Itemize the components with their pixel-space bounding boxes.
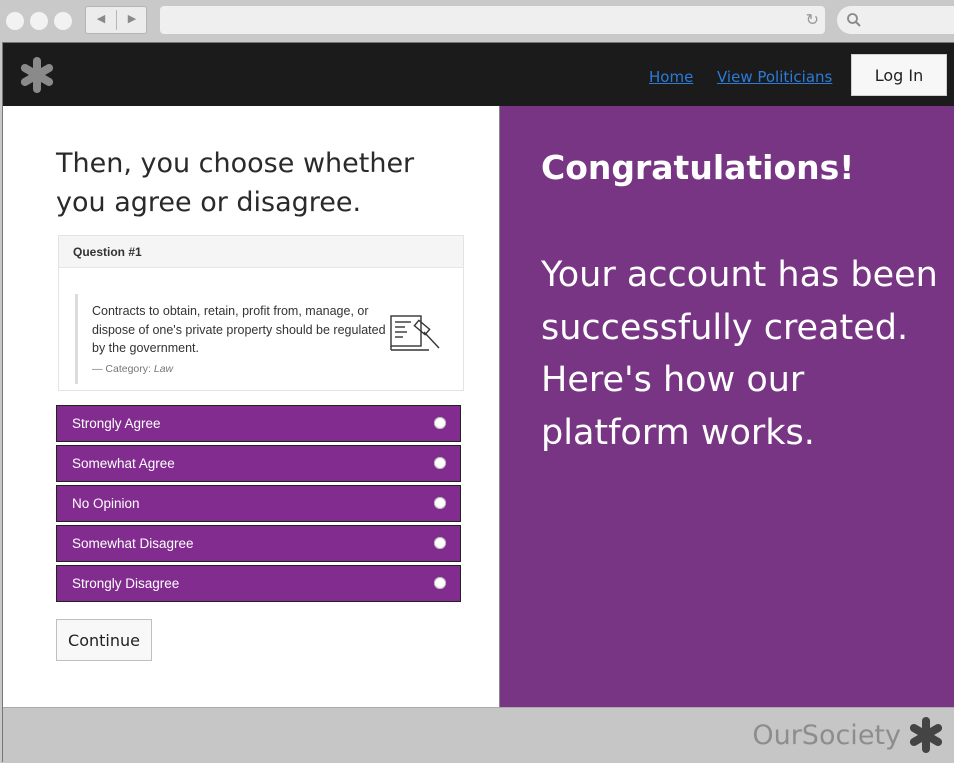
question-category: — Category: Law bbox=[92, 363, 173, 375]
option-strongly-disagree[interactable]: Strongly Disagree bbox=[56, 565, 461, 602]
radio-button[interactable] bbox=[434, 417, 446, 429]
footer-brand: OurSociety bbox=[752, 720, 901, 751]
forward-arrow-icon[interactable]: ▶ bbox=[117, 12, 147, 25]
reload-icon[interactable]: ↻ bbox=[806, 11, 819, 29]
category-name: Law bbox=[153, 363, 174, 375]
search-icon bbox=[847, 13, 861, 27]
question-text: Contracts to obtain, retain, profit from… bbox=[92, 304, 386, 355]
option-label: Strongly Disagree bbox=[72, 576, 180, 591]
nav-view-politicians-link[interactable]: View Politicians bbox=[717, 68, 832, 86]
step-title: Then, you choose whether you agree or di… bbox=[56, 148, 415, 218]
address-bar[interactable]: ↻ bbox=[160, 6, 825, 34]
login-button[interactable]: Log In bbox=[851, 54, 947, 96]
radio-button[interactable] bbox=[434, 497, 446, 509]
option-somewhat-agree[interactable]: Somewhat Agree bbox=[56, 445, 461, 482]
account-created-message: Your account has been successfully creat… bbox=[541, 255, 938, 453]
web-page: Home View Politicians Log In Then, you c… bbox=[2, 42, 954, 763]
tutorial-panel: Then, you choose whether you agree or di… bbox=[3, 106, 498, 707]
asterisk-logo-icon[interactable] bbox=[19, 57, 55, 93]
browser-chrome: ◀ ▶ ↻ bbox=[0, 0, 954, 42]
congratulations-panel: Congratulations! Your account has been s… bbox=[499, 106, 954, 707]
window-maximize-dot[interactable] bbox=[54, 12, 72, 30]
site-footer: OurSociety bbox=[3, 707, 954, 763]
browser-search-field[interactable] bbox=[837, 6, 954, 34]
continue-button[interactable]: Continue bbox=[56, 619, 152, 661]
radio-button[interactable] bbox=[434, 457, 446, 469]
question-number: Question #1 bbox=[73, 245, 142, 259]
category-prefix: — Category: bbox=[92, 363, 151, 375]
option-no-opinion[interactable]: No Opinion bbox=[56, 485, 461, 522]
question-card-header: Question #1 bbox=[59, 236, 463, 268]
option-label: No Opinion bbox=[72, 496, 140, 511]
congratulations-heading: Congratulations! bbox=[541, 148, 855, 187]
question-card-preview: Question #1 Contracts to obtain, retain,… bbox=[58, 235, 464, 391]
radio-button[interactable] bbox=[434, 537, 446, 549]
window-close-dot[interactable] bbox=[6, 12, 24, 30]
option-label: Strongly Agree bbox=[72, 416, 161, 431]
asterisk-logo-icon bbox=[909, 717, 943, 753]
blockquote-bar bbox=[75, 294, 78, 384]
nav-home-link[interactable]: Home bbox=[649, 68, 693, 86]
option-strongly-agree[interactable]: Strongly Agree bbox=[56, 405, 461, 442]
law-gavel-icon bbox=[390, 315, 440, 351]
option-label: Somewhat Disagree bbox=[72, 536, 194, 551]
option-somewhat-disagree[interactable]: Somewhat Disagree bbox=[56, 525, 461, 562]
history-buttons: ◀ ▶ bbox=[85, 6, 147, 34]
site-header: Home View Politicians Log In bbox=[3, 43, 954, 106]
window-minimize-dot[interactable] bbox=[30, 12, 48, 30]
back-arrow-icon[interactable]: ◀ bbox=[86, 12, 116, 25]
radio-button[interactable] bbox=[434, 577, 446, 589]
option-label: Somewhat Agree bbox=[72, 456, 175, 471]
